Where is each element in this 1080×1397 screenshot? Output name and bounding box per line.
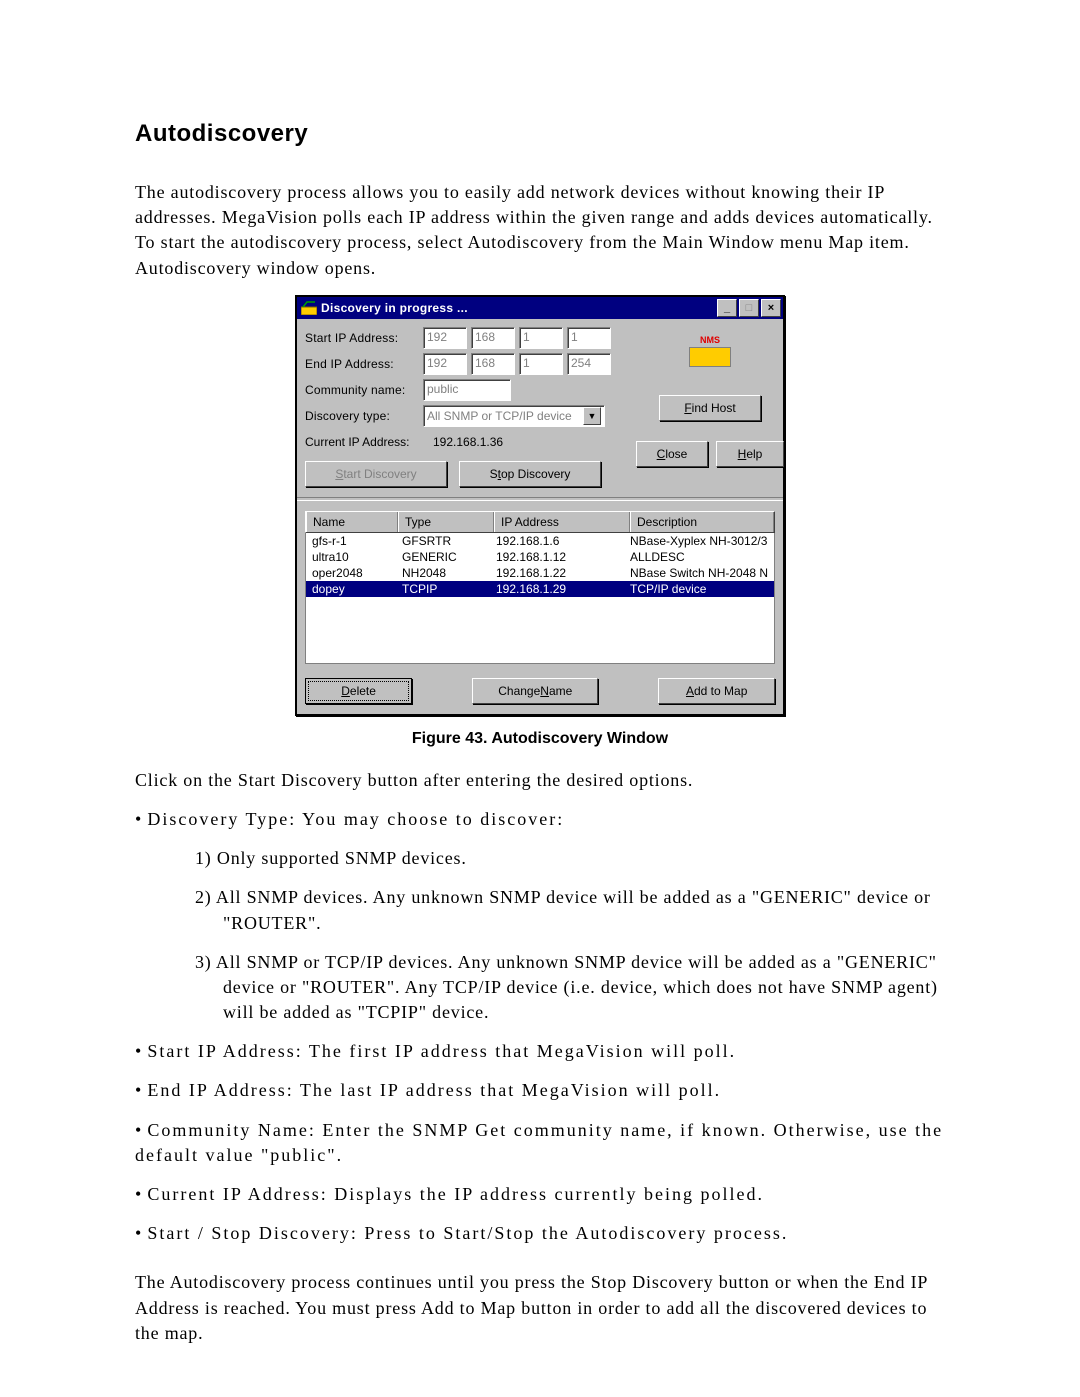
current-ip-label: Current IP Address:: [305, 435, 433, 449]
list-header: Name Type IP Address Description: [305, 511, 775, 533]
bullet-d3: 3) All SNMP or TCP/IP devices. Any unkno…: [195, 950, 945, 1026]
discovery-type-value: All SNMP or TCP/IP device: [427, 407, 572, 425]
intro-paragraph: The autodiscovery process allows you to …: [135, 180, 945, 281]
title-text: Discovery in progress ...: [321, 301, 715, 315]
header-ip[interactable]: IP Address: [494, 512, 630, 532]
table-row[interactable]: gfs-r-1GFSRTR192.168.1.6NBase-Xyplex NH-…: [306, 533, 774, 549]
end-ip-octet-4[interactable]: 254: [567, 353, 611, 375]
start-ip-label: Start IP Address:: [305, 331, 423, 345]
bullet-d1: 1) Only supported SNMP devices.: [195, 846, 945, 871]
current-ip-value: 192.168.1.36: [433, 435, 503, 449]
para-end: The Autodiscovery process continues unti…: [135, 1270, 945, 1346]
bullet-comm: • Community Name: Enter the SNMP Get com…: [135, 1118, 945, 1168]
bullet-endip: • End IP Address: The last IP address th…: [135, 1078, 945, 1103]
table-row[interactable]: dopeyTCPIP192.168.1.29TCP/IP device: [306, 581, 774, 597]
figure-caption: Figure 43. Autodiscovery Window: [135, 730, 945, 748]
help-button[interactable]: Help: [716, 441, 784, 467]
find-host-button[interactable]: Find Host: [659, 395, 761, 421]
maximize-button: □: [739, 299, 759, 317]
end-ip-octet-1[interactable]: 192: [423, 353, 467, 375]
minimize-button[interactable]: _: [717, 299, 737, 317]
page-heading: Autodiscovery: [135, 120, 945, 148]
start-ip-octet-3[interactable]: 1: [519, 327, 563, 349]
header-type[interactable]: Type: [398, 512, 494, 532]
add-to-map-button[interactable]: Add to Map: [658, 678, 775, 704]
nms-logo-text: NMS: [700, 335, 720, 345]
start-ip-octet-1[interactable]: 192: [423, 327, 467, 349]
autodiscovery-dialog: Discovery in progress ... _ □ × Start IP…: [295, 295, 785, 716]
table-row[interactable]: ultra10GENERIC192.168.1.12ALLDESC: [306, 549, 774, 565]
end-ip-octet-3[interactable]: 1: [519, 353, 563, 375]
close-window-button[interactable]: ×: [761, 299, 781, 317]
bullet-ss: • Start / Stop Discovery: Press to Start…: [135, 1221, 945, 1246]
device-list[interactable]: gfs-r-1GFSRTR192.168.1.6NBase-Xyplex NH-…: [305, 533, 775, 664]
close-button[interactable]: Close: [636, 441, 708, 467]
discovery-type-select[interactable]: All SNMP or TCP/IP device ▼: [423, 405, 605, 427]
chevron-down-icon[interactable]: ▼: [583, 407, 601, 425]
stop-discovery-button[interactable]: Stop Discovery: [459, 461, 601, 487]
titlebar: Discovery in progress ... _ □ ×: [297, 297, 783, 319]
para-start: Click on the Start Discovery button afte…: [135, 768, 945, 793]
end-ip-label: End IP Address:: [305, 357, 423, 371]
header-name[interactable]: Name: [306, 512, 398, 532]
start-ip-octet-2[interactable]: 168: [471, 327, 515, 349]
bullet-d2: 2) All SNMP devices. Any unknown SNMP de…: [195, 885, 945, 935]
community-input[interactable]: public: [423, 379, 511, 401]
community-label: Community name:: [305, 383, 423, 397]
start-ip-octet-4[interactable]: 1: [567, 327, 611, 349]
end-ip-octet-2[interactable]: 168: [471, 353, 515, 375]
change-name-button[interactable]: Change Name: [472, 678, 598, 704]
table-row[interactable]: oper2048NH2048192.168.1.22NBase Switch N…: [306, 565, 774, 581]
separator: [297, 497, 783, 501]
bullet-disc-type: • Discovery Type: You may choose to disc…: [135, 807, 945, 832]
header-desc[interactable]: Description: [630, 512, 774, 532]
discovery-type-label: Discovery type:: [305, 409, 423, 423]
bullet-startip: • Start IP Address: The first IP address…: [135, 1039, 945, 1064]
start-discovery-button: Start Discovery: [305, 461, 447, 487]
bullet-cur: • Current IP Address: Displays the IP ad…: [135, 1182, 945, 1207]
nms-logo: NMS: [686, 331, 734, 371]
app-icon: [301, 300, 317, 316]
delete-button[interactable]: Delete: [305, 678, 412, 704]
